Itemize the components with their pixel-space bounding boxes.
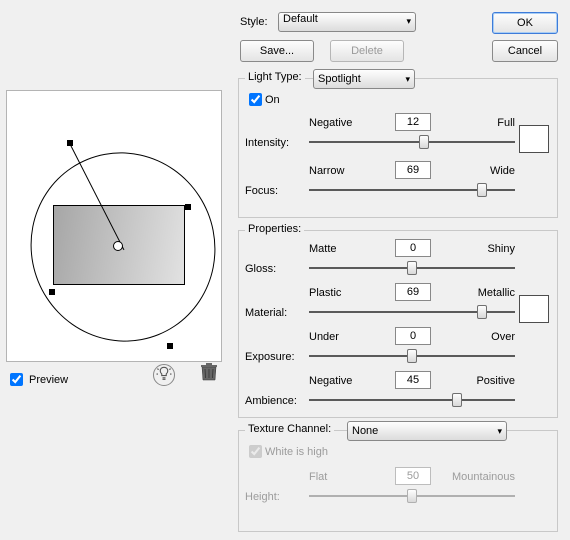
ellipse-handle[interactable]	[167, 343, 173, 349]
intensity-right: Full	[497, 117, 515, 129]
white-is-high-checkbox: White is high	[249, 445, 328, 458]
preview-checkbox-input[interactable]	[10, 373, 23, 386]
ambience-value[interactable]: 45	[395, 371, 431, 389]
trash-svg	[200, 362, 218, 382]
ellipse-handle[interactable]	[67, 140, 73, 146]
height-label: Height:	[245, 491, 280, 503]
light-type-dropdown[interactable]: Spotlight	[313, 69, 415, 89]
properties-label: Properties:	[245, 223, 304, 235]
intensity-label: Intensity:	[245, 137, 289, 149]
preview-checkbox[interactable]: Preview	[6, 370, 68, 389]
light-color-swatch[interactable]	[519, 125, 549, 153]
preview-panel	[6, 90, 222, 362]
focus-label: Focus:	[245, 185, 278, 197]
slider-thumb[interactable]	[477, 183, 487, 197]
style-label: Style:	[240, 16, 268, 28]
slider-thumb	[407, 489, 417, 503]
delete-button: Delete	[330, 40, 404, 62]
lightbulb-icon[interactable]	[153, 364, 175, 386]
intensity-slider[interactable]: Negative 12 Full	[309, 131, 515, 143]
save-button[interactable]: Save...	[240, 40, 314, 62]
light-type-group: Light Type: Spotlight On Intensity: Nega…	[238, 78, 558, 218]
slider-thumb[interactable]	[452, 393, 462, 407]
intensity-left: Negative	[309, 117, 352, 129]
white-is-high-input	[249, 445, 262, 458]
height-slider: Flat 50 Mountainous	[309, 485, 515, 497]
gloss-label: Gloss:	[245, 263, 276, 275]
on-checkbox[interactable]: On	[249, 93, 280, 106]
properties-group: Properties: Gloss: Matte 0 Shiny Materia…	[238, 230, 558, 418]
light-center-handle[interactable]	[113, 241, 123, 251]
preview-label: Preview	[29, 374, 68, 386]
exposure-label: Exposure:	[245, 351, 295, 363]
slider-thumb[interactable]	[419, 135, 429, 149]
chevron-down-icon: ▾	[406, 16, 411, 27]
ok-button[interactable]: OK	[492, 12, 558, 34]
slider-thumb[interactable]	[407, 261, 417, 275]
ambience-right: Positive	[476, 375, 515, 387]
exposure-left: Under	[309, 331, 339, 343]
material-right: Metallic	[478, 287, 515, 299]
ambience-slider[interactable]: Negative 45 Positive	[309, 389, 515, 401]
on-label: On	[265, 94, 280, 106]
gloss-left: Matte	[309, 243, 337, 255]
texture-channel-group: Texture Channel: None White is high Heig…	[238, 430, 558, 532]
white-is-high-label: White is high	[265, 446, 328, 458]
style-dropdown[interactable]: Default ▾	[278, 12, 416, 32]
style-value: Default	[283, 13, 318, 25]
slider-thumb[interactable]	[407, 349, 417, 363]
on-checkbox-input[interactable]	[249, 93, 262, 106]
material-left: Plastic	[309, 287, 341, 299]
light-type-value: Spotlight	[318, 73, 361, 85]
texture-channel-value: None	[352, 425, 378, 437]
slider-thumb[interactable]	[477, 305, 487, 319]
light-type-label: Light Type:	[245, 71, 305, 83]
cancel-button[interactable]: Cancel	[492, 40, 558, 62]
height-value: 50	[395, 467, 431, 485]
gloss-value[interactable]: 0	[395, 239, 431, 257]
height-left: Flat	[309, 471, 327, 483]
intensity-value[interactable]: 12	[395, 113, 431, 131]
material-value[interactable]: 69	[395, 283, 431, 301]
ambience-left: Negative	[309, 375, 352, 387]
exposure-value[interactable]: 0	[395, 327, 431, 345]
ambient-color-swatch[interactable]	[519, 295, 549, 323]
exposure-slider[interactable]: Under 0 Over	[309, 345, 515, 357]
gloss-right: Shiny	[487, 243, 515, 255]
preview-canvas[interactable]	[13, 97, 215, 355]
trash-icon[interactable]	[200, 362, 218, 387]
focus-slider[interactable]: Narrow 69 Wide	[309, 179, 515, 191]
gloss-slider[interactable]: Matte 0 Shiny	[309, 257, 515, 269]
texture-channel-label: Texture Channel:	[245, 423, 334, 435]
focus-value[interactable]: 69	[395, 161, 431, 179]
height-right: Mountainous	[452, 471, 515, 483]
lightbulb-svg	[155, 365, 173, 383]
ellipse-handle[interactable]	[49, 289, 55, 295]
exposure-right: Over	[491, 331, 515, 343]
focus-right: Wide	[490, 165, 515, 177]
focus-left: Narrow	[309, 165, 344, 177]
ambience-label: Ambience:	[245, 395, 297, 407]
material-label: Material:	[245, 307, 287, 319]
material-slider[interactable]: Plastic 69 Metallic	[309, 301, 515, 313]
texture-channel-dropdown[interactable]: None	[347, 421, 507, 441]
ellipse-handle[interactable]	[185, 204, 191, 210]
